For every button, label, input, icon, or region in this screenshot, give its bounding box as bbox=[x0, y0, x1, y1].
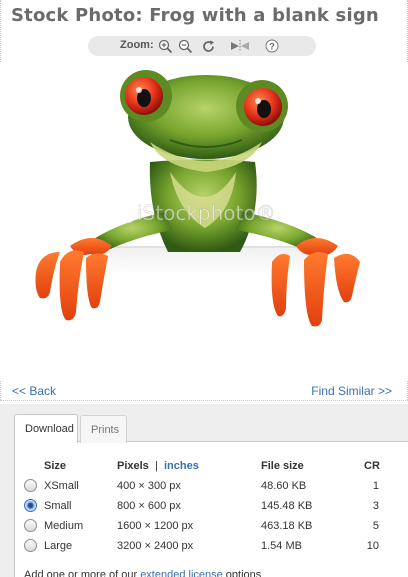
rotate-icon[interactable] bbox=[200, 38, 217, 54]
stock-photo[interactable]: iStockphoto® bbox=[0, 62, 408, 380]
note-suffix: options bbox=[222, 569, 262, 577]
help-icon[interactable]: ? bbox=[263, 38, 280, 54]
pixel-dimensions: 800 × 600 px bbox=[117, 500, 181, 512]
zoom-in-icon[interactable] bbox=[157, 38, 174, 54]
table-row[interactable]: XSmall 400 × 300 px 48.60 KB 1 bbox=[0, 476, 408, 496]
pixel-dimensions: 3200 × 2400 px bbox=[117, 540, 194, 552]
size-radio-large[interactable] bbox=[24, 539, 37, 552]
size-name: Large bbox=[44, 540, 73, 552]
find-similar-link[interactable]: Find Similar >> bbox=[311, 384, 392, 398]
column-header-pixels[interactable]: Pixels bbox=[117, 460, 149, 472]
column-header-cr: CR bbox=[364, 460, 380, 472]
tab-download[interactable]: Download bbox=[14, 414, 78, 443]
page-title: Stock Photo: Frog with a blank sign bbox=[11, 5, 379, 26]
size-name: XSmall bbox=[44, 480, 79, 492]
extended-license-note: Add one or more of our extended license … bbox=[24, 569, 261, 577]
credit-cost: 1 bbox=[372, 480, 379, 492]
file-size: 463.18 KB bbox=[261, 520, 313, 532]
column-header-separator: | bbox=[155, 460, 158, 472]
size-radio-medium[interactable] bbox=[24, 519, 37, 532]
watermark-logo: iStockphoto® bbox=[111, 201, 276, 225]
table-row[interactable]: Medium 1600 × 1200 px 463.18 KB 5 bbox=[0, 516, 408, 536]
tab-prints[interactable]: Prints bbox=[80, 415, 127, 443]
back-link[interactable]: << Back bbox=[12, 384, 56, 398]
file-size: 1.54 MB bbox=[261, 540, 302, 552]
file-size: 48.60 KB bbox=[261, 480, 307, 492]
file-size: 145.48 KB bbox=[261, 500, 313, 512]
size-radio-small[interactable] bbox=[24, 499, 37, 512]
pixel-dimensions: 1600 × 1200 px bbox=[117, 520, 194, 532]
zoom-toolbar: Zoom: ? bbox=[88, 36, 316, 56]
column-header-filesize: File size bbox=[261, 460, 304, 472]
extended-license-link[interactable]: extended license bbox=[140, 569, 223, 577]
zoom-out-icon[interactable] bbox=[177, 38, 194, 54]
size-radio-xsmall[interactable] bbox=[24, 479, 37, 492]
note-prefix: Add one or more of our bbox=[24, 569, 141, 577]
credit-cost: 10 bbox=[366, 540, 379, 552]
zoom-label: Zoom: bbox=[120, 39, 154, 51]
column-header-inches[interactable]: inches bbox=[164, 460, 199, 472]
svg-text:?: ? bbox=[269, 42, 275, 52]
credit-cost: 3 bbox=[372, 500, 379, 512]
table-row[interactable]: Large 3200 × 2400 px 1.54 MB 10 bbox=[0, 536, 408, 556]
flip-icon[interactable] bbox=[228, 38, 252, 54]
table-row[interactable]: Small 800 × 600 px 145.48 KB 3 bbox=[0, 496, 408, 516]
credit-cost: 5 bbox=[372, 520, 379, 532]
svg-text:iStockphoto®: iStockphoto® bbox=[137, 201, 276, 225]
column-header-size: Size bbox=[44, 460, 67, 472]
size-name: Small bbox=[44, 500, 72, 512]
section-divider bbox=[0, 400, 408, 401]
size-name: Medium bbox=[44, 520, 84, 532]
pixel-dimensions: 400 × 300 px bbox=[117, 480, 181, 492]
